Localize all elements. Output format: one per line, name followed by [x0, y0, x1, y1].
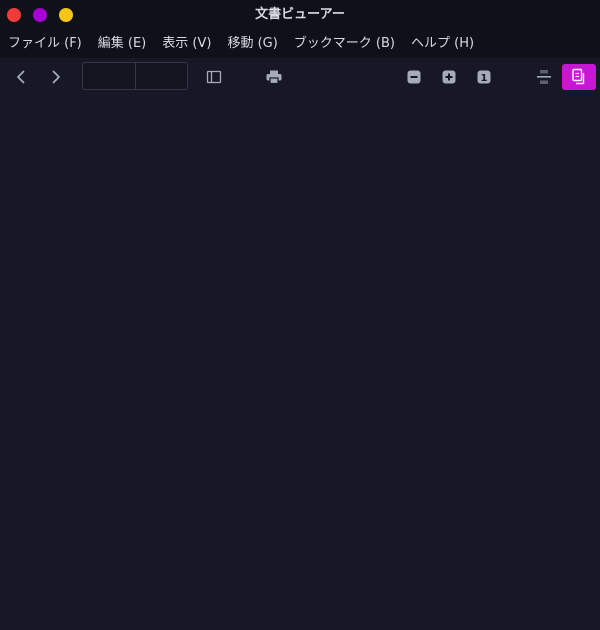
- zoom-reset-icon: 1: [477, 70, 491, 84]
- minimize-window-button[interactable]: [33, 8, 47, 22]
- zoom-reset-button[interactable]: 1: [471, 64, 497, 90]
- menu-help[interactable]: ヘルプ (H): [406, 30, 479, 58]
- page-count-field: [135, 62, 188, 90]
- continuous-scroll-button[interactable]: [531, 64, 557, 90]
- title-bar[interactable]: 文書ビューアー: [0, 0, 600, 30]
- maximize-window-button[interactable]: [59, 8, 73, 22]
- zoom-out-icon: [407, 70, 421, 84]
- sidebar-icon: [206, 70, 222, 84]
- dual-page-icon: [572, 68, 585, 85]
- zoom-in-button[interactable]: [436, 64, 462, 90]
- menu-view[interactable]: 表示 (V): [157, 30, 216, 58]
- toggle-sidebar-button[interactable]: [201, 64, 227, 90]
- continuous-scroll-icon: [537, 70, 551, 84]
- toolbar: 1: [0, 58, 600, 96]
- back-button[interactable]: [8, 64, 34, 90]
- chevron-left-icon: [17, 70, 25, 84]
- dual-page-button[interactable]: [562, 64, 596, 90]
- window-title: 文書ビューアー: [255, 7, 345, 22]
- menu-file[interactable]: ファイル (F): [3, 30, 87, 58]
- menu-go[interactable]: 移動 (G): [222, 30, 282, 58]
- page-number-input[interactable]: [82, 62, 136, 90]
- zoom-out-button[interactable]: [401, 64, 427, 90]
- printer-icon: [266, 70, 282, 85]
- forward-button[interactable]: [43, 64, 69, 90]
- chevron-right-icon: [52, 70, 60, 84]
- zoom-in-icon: [442, 70, 456, 84]
- close-window-button[interactable]: [7, 8, 21, 22]
- menu-bar: ファイル (F) 編集 (E) 表示 (V) 移動 (G) ブックマーク (B)…: [0, 30, 600, 58]
- menu-bookmarks[interactable]: ブックマーク (B): [289, 30, 400, 58]
- document-area[interactable]: [0, 96, 600, 630]
- zoom-reset-label: 1: [481, 73, 488, 84]
- menu-edit[interactable]: 編集 (E): [93, 30, 152, 58]
- document-viewer-window: 文書ビューアー ファイル (F) 編集 (E) 表示 (V) 移動 (G) ブッ…: [0, 0, 600, 630]
- print-button[interactable]: [261, 64, 287, 90]
